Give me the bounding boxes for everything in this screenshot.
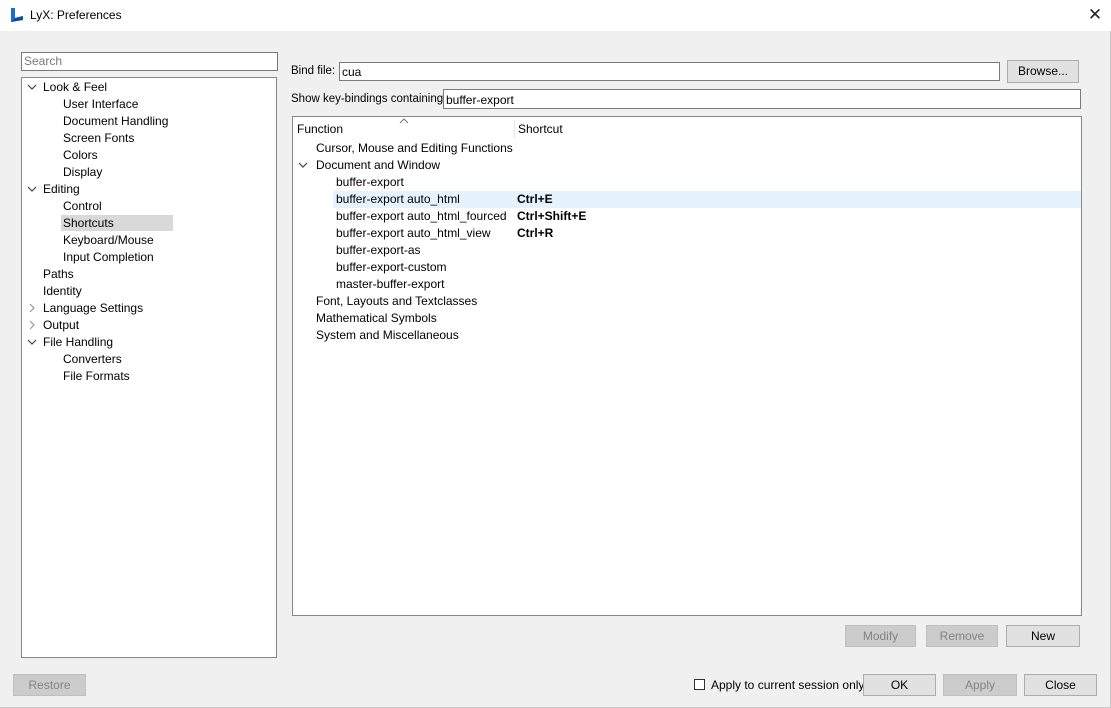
function-cell: Cursor, Mouse and Editing Functions (316, 141, 513, 155)
lyx-logo-icon (9, 7, 25, 23)
tree-item-label: Control (63, 199, 102, 213)
category-tree[interactable]: Look & Feel User Interface Document Handli… (21, 77, 277, 658)
ok-button[interactable]: OK (863, 674, 936, 696)
tree-item-label: Language Settings (43, 301, 144, 315)
table-row[interactable]: Document and Window (293, 157, 1081, 174)
chevron-down-icon[interactable] (27, 334, 37, 350)
filter-label: Show key-bindings containing: (291, 93, 447, 105)
function-cell: buffer-export-custom (336, 260, 447, 274)
bind-file-label: Bind file: (291, 65, 336, 77)
tree-item-label: Identity (43, 284, 82, 298)
table-row[interactable]: buffer-export auto_html_fourced Ctrl+Shif… (293, 208, 1081, 225)
tree-item-label: Output (43, 318, 80, 332)
search-input[interactable]: Search (21, 52, 278, 71)
tree-item-shortcuts[interactable]: Shortcuts (61, 215, 173, 231)
tree-item-input-completion[interactable]: Input Completion (61, 249, 158, 265)
table-row[interactable]: buffer-export-custom (293, 259, 1081, 276)
tree-item-control[interactable]: Control (61, 198, 106, 214)
tree-item-label: User Interface (63, 97, 139, 111)
function-cell: buffer-export auto_html_view (336, 226, 491, 240)
tree-item-file-formats[interactable]: File Formats (61, 368, 134, 384)
function-cell: Document and Window (316, 158, 441, 172)
bind-file-input[interactable]: cua (339, 62, 1000, 81)
tree-item-label: Shortcuts (63, 216, 114, 230)
function-column-header[interactable]: Function (293, 117, 514, 139)
chevron-right-icon[interactable] (27, 317, 37, 333)
tree-item-look-feel[interactable]: Look & Feel (41, 79, 111, 95)
tree-item-label: Document Handling (63, 114, 169, 128)
table-row[interactable]: Mathematical Symbols (293, 310, 1081, 327)
restore-button[interactable]: Restore (13, 674, 86, 696)
function-cell: Mathematical Symbols (316, 311, 437, 325)
chevron-right-icon[interactable] (27, 300, 37, 316)
chevron-down-icon[interactable] (27, 181, 37, 197)
session-only-checkbox[interactable] (694, 679, 705, 690)
table-row[interactable]: master-buffer-export (293, 276, 1081, 293)
shortcut-cell: Ctrl+Shift+E (517, 209, 587, 223)
tree-item-converters[interactable]: Converters (61, 351, 126, 367)
table-row[interactable]: buffer-export (293, 174, 1081, 191)
modify-button[interactable]: Modify (845, 625, 916, 647)
function-cell: buffer-export auto_html (336, 192, 460, 206)
tree-item-identity[interactable]: Identity (41, 283, 86, 299)
table-row[interactable]: Cursor, Mouse and Editing Functions (293, 140, 1081, 157)
tree-item-display[interactable]: Display (61, 164, 106, 180)
tree-item-label: Editing (43, 182, 80, 196)
table-row[interactable]: buffer-export auto_html Ctrl+E (333, 191, 1081, 208)
tree-item-label: Input Completion (63, 250, 154, 264)
function-cell: System and Miscellaneous (316, 328, 459, 342)
close-button[interactable]: Close (1024, 674, 1097, 696)
shortcut-header-label: Shortcut (518, 122, 563, 136)
tree-item-document-handling[interactable]: Document Handling (61, 113, 172, 129)
session-only-label[interactable]: Apply to current session only (711, 678, 864, 692)
sort-ascending-icon (399, 114, 409, 128)
tree-item-label: Display (63, 165, 103, 179)
remove-button[interactable]: Remove (926, 625, 998, 647)
function-cell: buffer-export (336, 175, 404, 189)
table-row[interactable]: buffer-export-as (293, 242, 1081, 259)
shortcut-cell: Ctrl+R (517, 226, 554, 240)
tree-item-paths[interactable]: Paths (41, 266, 78, 282)
shortcuts-table[interactable]: Function Shortcut Cursor, Mouse and Edit… (292, 116, 1082, 616)
tree-item-label: Colors (63, 148, 98, 162)
title-bar (0, 0, 1111, 31)
shortcut-column-header[interactable]: Shortcut (515, 117, 815, 139)
function-cell: buffer-export auto_html_fourced (336, 209, 507, 223)
tree-item-editing[interactable]: Editing (41, 181, 84, 197)
filter-input[interactable]: buffer-export (443, 89, 1081, 109)
tree-item-screen-fonts[interactable]: Screen Fonts (61, 130, 138, 146)
function-cell: master-buffer-export (336, 277, 445, 291)
tree-item-keyboard-mouse[interactable]: Keyboard/Mouse (61, 232, 158, 248)
new-button[interactable]: New (1006, 625, 1080, 647)
tree-item-label: Paths (43, 267, 74, 281)
function-header-label: Function (297, 122, 344, 136)
table-row[interactable]: System and Miscellaneous (293, 327, 1081, 344)
tree-item-output[interactable]: Output (41, 317, 83, 333)
function-cell: Font, Layouts and Textclasses (316, 294, 478, 308)
tree-item-label: Look & Feel (43, 80, 108, 94)
tree-item-label: Keyboard/Mouse (63, 233, 154, 247)
function-cell: buffer-export-as (336, 243, 421, 257)
table-row[interactable]: buffer-export auto_html_view Ctrl+R (293, 225, 1081, 242)
tree-item-language-settings[interactable]: Language Settings (41, 300, 147, 316)
tree-item-label: Screen Fonts (63, 131, 135, 145)
table-row[interactable]: Font, Layouts and Textclasses (293, 293, 1081, 310)
browse-button[interactable]: Browse... (1007, 60, 1079, 83)
chevron-down-icon[interactable] (27, 79, 37, 95)
tree-item-user-interface[interactable]: User Interface (61, 96, 142, 112)
tree-item-label: Converters (63, 352, 122, 366)
window-title: LyX: Preferences (30, 8, 122, 22)
tree-item-colors[interactable]: Colors (61, 147, 102, 163)
apply-button[interactable]: Apply (943, 674, 1017, 696)
close-window-button[interactable]: ✕ (1082, 4, 1108, 26)
tree-item-label: File Formats (63, 369, 130, 383)
shortcut-cell: Ctrl+E (517, 192, 553, 206)
tree-item-file-handling[interactable]: File Handling (41, 334, 117, 350)
chevron-down-icon[interactable] (298, 157, 308, 173)
tree-item-label: File Handling (43, 335, 114, 349)
